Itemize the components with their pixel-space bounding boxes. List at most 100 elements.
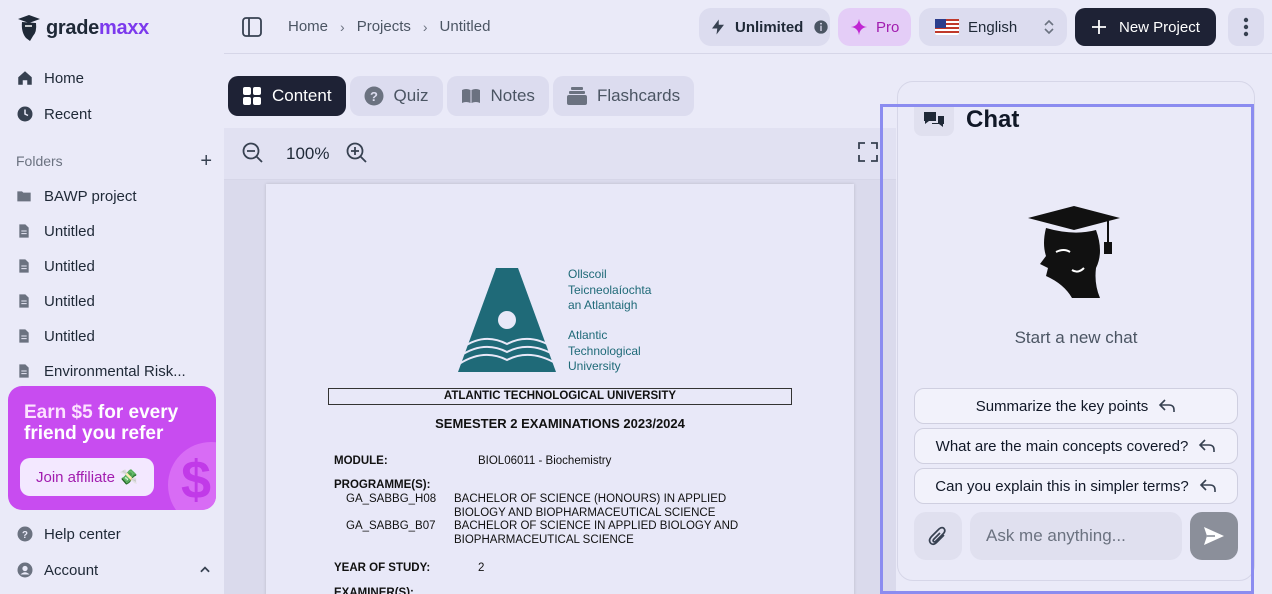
language-select[interactable]: English <box>919 8 1067 46</box>
tab-content[interactable]: Content <box>228 76 346 116</box>
zoom-in-icon[interactable] <box>346 142 368 164</box>
reply-arrow-icon <box>1199 479 1216 492</box>
sidebar-item-untitled[interactable]: Untitled <box>16 220 208 242</box>
breadcrumb-home[interactable]: Home <box>288 18 328 35</box>
attach-file-button[interactable] <box>914 512 962 560</box>
grid-icon <box>243 87 261 105</box>
help-center-label: Help center <box>44 525 121 543</box>
affiliate-promo: $ Earn $5 for every friend you refer Joi… <box>8 386 216 510</box>
us-flag-icon <box>935 19 959 35</box>
document-icon <box>19 294 29 308</box>
sidebar-item-label: Untitled <box>44 292 95 310</box>
book-icon <box>461 89 480 103</box>
pro-button[interactable]: Pro <box>838 8 911 46</box>
folders-header: Folders + <box>16 151 212 171</box>
account-label: Account <box>44 561 99 579</box>
breadcrumb: Home › Projects › Untitled <box>288 18 490 35</box>
new-project-label: New Project <box>1119 18 1200 36</box>
breadcrumb-projects[interactable]: Projects <box>357 18 411 35</box>
brand-logo[interactable]: grade maxx <box>16 14 149 42</box>
irish-name-line: an Atlantaigh <box>568 298 638 312</box>
university-english-name: Atlantic Technological University <box>568 328 641 375</box>
dollar-badge-icon: $ <box>168 442 216 510</box>
send-icon <box>1204 527 1224 545</box>
nav-home-label: Home <box>44 69 85 87</box>
programme-name: BIOPHARMACEUTICAL SCIENCE <box>454 534 634 546</box>
examiner-label: EXAMINER(S): <box>334 587 414 594</box>
sidebar-item-environmental-risk[interactable]: Environmental Risk... <box>16 360 208 382</box>
join-affiliate-button[interactable]: Join affiliate 💸 <box>20 458 154 496</box>
send-button[interactable] <box>1190 512 1238 560</box>
suggestion-main-concepts-button[interactable]: What are the main concepts covered? <box>914 428 1238 464</box>
nav-recent[interactable]: Recent <box>16 102 92 126</box>
sidebar-item-label: Untitled <box>44 327 95 345</box>
add-folder-button[interactable]: + <box>200 151 212 171</box>
suggestion-label: Can you explain this in simpler terms? <box>935 477 1189 495</box>
nav-home[interactable]: Home <box>16 66 84 90</box>
suggestion-label: Summarize the key points <box>975 397 1149 415</box>
chat-message-input[interactable] <box>970 512 1182 560</box>
new-project-button[interactable]: New Project <box>1075 8 1216 46</box>
breadcrumb-current: Untitled <box>439 18 491 35</box>
mascot-logo-icon <box>18 15 40 41</box>
unlimited-badge[interactable]: Unlimited <box>699 8 830 46</box>
promo-highlight: Earn $5 <box>24 402 93 423</box>
reply-arrow-icon <box>1159 399 1176 412</box>
programme-name: BIOLOGY AND BIOPHARMACEUTICAL SCIENCE <box>454 507 716 519</box>
university-irish-name: Ollscoil Teicneolaíochta an Atlantaigh <box>568 267 651 314</box>
start-new-chat-text: Start a new chat <box>1014 328 1138 347</box>
chat-bubbles-icon <box>914 104 954 136</box>
language-label: English <box>968 18 1018 36</box>
sidebar-item-bawp-project[interactable]: BAWP project <box>16 185 208 207</box>
tab-quiz-label: Quiz <box>393 86 429 105</box>
document-icon <box>19 364 29 378</box>
promo-text: Earn $5 for every friend you refer <box>24 402 204 444</box>
tab-flashcards[interactable]: Flashcards <box>552 76 695 116</box>
svg-text:?: ? <box>370 89 378 104</box>
suggestion-label: What are the main concepts covered? <box>935 437 1189 455</box>
content-tabs: Content ? Quiz Notes Flashcards <box>228 76 698 116</box>
irish-name-line: Teicneolaíochta <box>568 282 652 297</box>
fullscreen-icon[interactable] <box>858 142 878 162</box>
suggestion-summarize-button[interactable]: Summarize the key points <box>914 388 1238 424</box>
module-label: MODULE: <box>334 455 388 467</box>
sidebar-toggle-icon[interactable] <box>242 17 262 37</box>
clock-icon <box>17 106 33 122</box>
zoom-out-icon[interactable] <box>242 142 264 164</box>
document-icon <box>19 259 29 273</box>
more-vertical-icon <box>1243 17 1249 37</box>
cards-icon <box>566 87 587 105</box>
sidebar-item-label: BAWP project <box>44 187 137 205</box>
chat-header: Chat <box>914 104 1019 136</box>
sidebar-item-label: Environmental Risk... <box>44 362 186 380</box>
graduate-mascot-icon <box>1028 206 1120 298</box>
suggestion-simpler-terms-button[interactable]: Can you explain this in simpler terms? <box>914 468 1238 504</box>
tab-quiz[interactable]: ? Quiz <box>349 76 443 116</box>
nav-help-center[interactable]: ? Help center <box>16 522 121 546</box>
chevron-updown-icon <box>1044 19 1054 35</box>
nav-account[interactable]: Account <box>16 558 212 582</box>
promo-line1-rest: for every <box>92 402 179 423</box>
chevron-right-icon: › <box>340 18 345 35</box>
more-options-button[interactable] <box>1228 8 1264 46</box>
sidebar-item-untitled[interactable]: Untitled <box>16 290 208 312</box>
sidebar-item-untitled[interactable]: Untitled <box>16 255 208 277</box>
help-icon: ? <box>17 526 33 542</box>
programme-name: BACHELOR OF SCIENCE (HONOURS) IN APPLIED <box>454 493 727 505</box>
tab-notes[interactable]: Notes <box>446 76 549 116</box>
reply-arrow-icon <box>1199 439 1216 452</box>
chevron-right-icon: › <box>422 18 428 35</box>
chevron-up-icon[interactable] <box>198 563 212 577</box>
zoom-level: 100% <box>286 144 330 163</box>
tab-notes-label: Notes <box>490 86 535 105</box>
chat-title: Chat <box>966 106 1020 133</box>
module-value: BIOL06011 - Biochemistry <box>478 455 612 467</box>
english-name-line: Technological <box>568 343 641 358</box>
info-icon[interactable] <box>813 19 829 35</box>
document-page: Ollscoil Teicneolaíochta an Atlantaigh A… <box>266 184 854 594</box>
zoom-toolbar: 100% <box>224 128 896 180</box>
irish-name-line: Ollscoil <box>568 267 607 281</box>
document-title: ATLANTIC TECHNOLOGICAL UNIVERSITY <box>328 388 792 405</box>
sidebar-item-untitled[interactable]: Untitled <box>16 325 208 347</box>
plus-icon <box>1092 20 1106 34</box>
